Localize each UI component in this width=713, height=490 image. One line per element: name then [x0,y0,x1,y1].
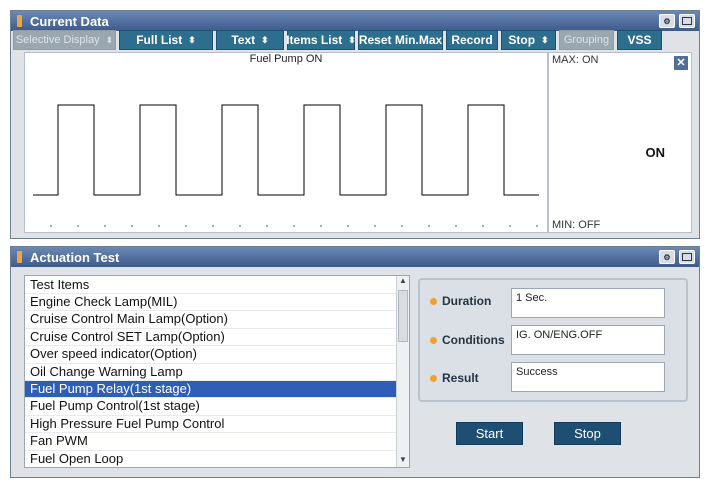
maximize-icon[interactable] [679,14,695,28]
dropdown-arrow-icon: ⬍ [188,34,196,45]
setup-icon[interactable]: ⚙ [659,250,675,264]
selective-display-label: Selective Display [15,34,100,46]
dropdown-arrow-icon: ⬍ [105,34,114,45]
list-item[interactable]: Over speed indicator(Option) [25,345,409,362]
maximize-icon[interactable] [679,250,695,264]
list-item[interactable]: Fuel Pump Control(1st stage) [25,397,409,414]
scroll-thumb[interactable] [398,290,408,342]
text-label: Text [231,33,256,47]
actuation-test-title: Actuation Test [30,249,120,265]
dropdown-arrow-icon: ⬍ [541,34,549,45]
current-data-title: Current Data [30,13,109,29]
title-marker-icon [17,251,22,263]
conditions-value: IG. ON/ENG.OFF [511,325,665,355]
vss-label: VSS [627,33,652,47]
title-marker-icon [17,15,22,27]
waveform-svg [33,104,539,227]
test-info-panel: Duration 1 Sec. Conditions IG. ON/ENG.OF… [418,278,688,402]
time-ticks [50,225,538,227]
current-value: ON [645,145,666,160]
result-label: Result [442,371,479,385]
scroll-down-icon[interactable]: ▼ [397,455,409,467]
record-button[interactable]: Record [446,30,498,50]
current-data-titlebar: Current Data ⚙ [11,11,699,31]
record-label: Record [451,33,493,47]
list-item[interactable]: Canister Shut Off Valve Toggling(OBD-2 O… [25,466,409,467]
duration-label: Duration [442,294,492,308]
bullet-icon [430,374,437,382]
result-row: Result [430,371,479,385]
items-container: Engine Check Lamp(MIL) Cruise Control Mai… [25,293,409,467]
start-button[interactable]: Start [456,422,523,445]
list-item[interactable]: Fan PWM [25,432,409,449]
scroll-up-icon[interactable]: ▲ [397,276,409,288]
list-header: Test Items [30,277,90,292]
duration-row: Duration [430,294,491,308]
reset-min-max-button[interactable]: Reset Min.Max [358,30,443,50]
result-value: Success [511,362,665,392]
list-item[interactable]: Oil Change Warning Lamp [25,362,409,380]
grouping-label: Grouping [563,34,610,46]
list-item[interactable]: Fuel Pump Relay(1st stage) [25,379,409,398]
value-display: MAX: ON ✕ ON MIN: OFF [548,52,692,233]
stop-dropdown-label: Stop [508,33,536,47]
vss-button[interactable]: VSS [617,30,662,50]
bullet-icon [430,297,437,305]
duration-value: 1 Sec. [511,288,665,318]
list-item[interactable]: Engine Check Lamp(MIL) [25,293,409,310]
current-data-toolbar: Selective Display ⬍ Full List ⬍ Text ⬍ Item… [13,30,662,50]
full-list-label: Full List [136,33,183,47]
text-button[interactable]: Text ⬍ [216,30,284,50]
stop-button[interactable]: Stop [554,422,621,445]
dropdown-arrow-icon: ⬍ [348,34,356,45]
items-list-label: Items List [286,33,343,47]
max-value: MAX: ON [552,54,599,66]
close-icon[interactable]: ✕ [674,56,688,70]
conditions-row: Conditions [430,333,505,347]
full-list-button[interactable]: Full List ⬍ [119,30,213,50]
list-item[interactable]: Cruise Control SET Lamp(Option) [25,327,409,345]
bullet-icon [430,336,437,344]
fuel-pump-waveform [33,104,539,196]
min-value: MIN: OFF [552,219,601,231]
signal-graph: Fuel Pump ON [24,52,548,233]
test-items-list[interactable]: Test Items Engine Check Lamp(MIL) Cruise … [24,275,410,468]
actuation-test-titlebar: Actuation Test ⚙ [11,247,699,267]
list-item[interactable]: Fuel Open Loop [25,449,409,467]
list-item[interactable]: Cruise Control Main Lamp(Option) [25,310,409,327]
reset-min-max-label: Reset Min.Max [358,33,443,47]
items-list-button[interactable]: Items List ⬍ [286,30,356,50]
setup-icon[interactable]: ⚙ [659,14,675,28]
stop-dropdown-button[interactable]: Stop ⬍ [501,30,556,50]
conditions-label: Conditions [442,333,505,347]
list-item[interactable]: High Pressure Fuel Pump Control [25,414,409,432]
grouping-button[interactable]: Grouping [559,30,614,50]
list-scrollbar[interactable]: ▲ ▼ [396,276,409,467]
selective-display-button[interactable]: Selective Display ⬍ [13,30,116,50]
dropdown-arrow-icon: ⬍ [261,34,269,45]
